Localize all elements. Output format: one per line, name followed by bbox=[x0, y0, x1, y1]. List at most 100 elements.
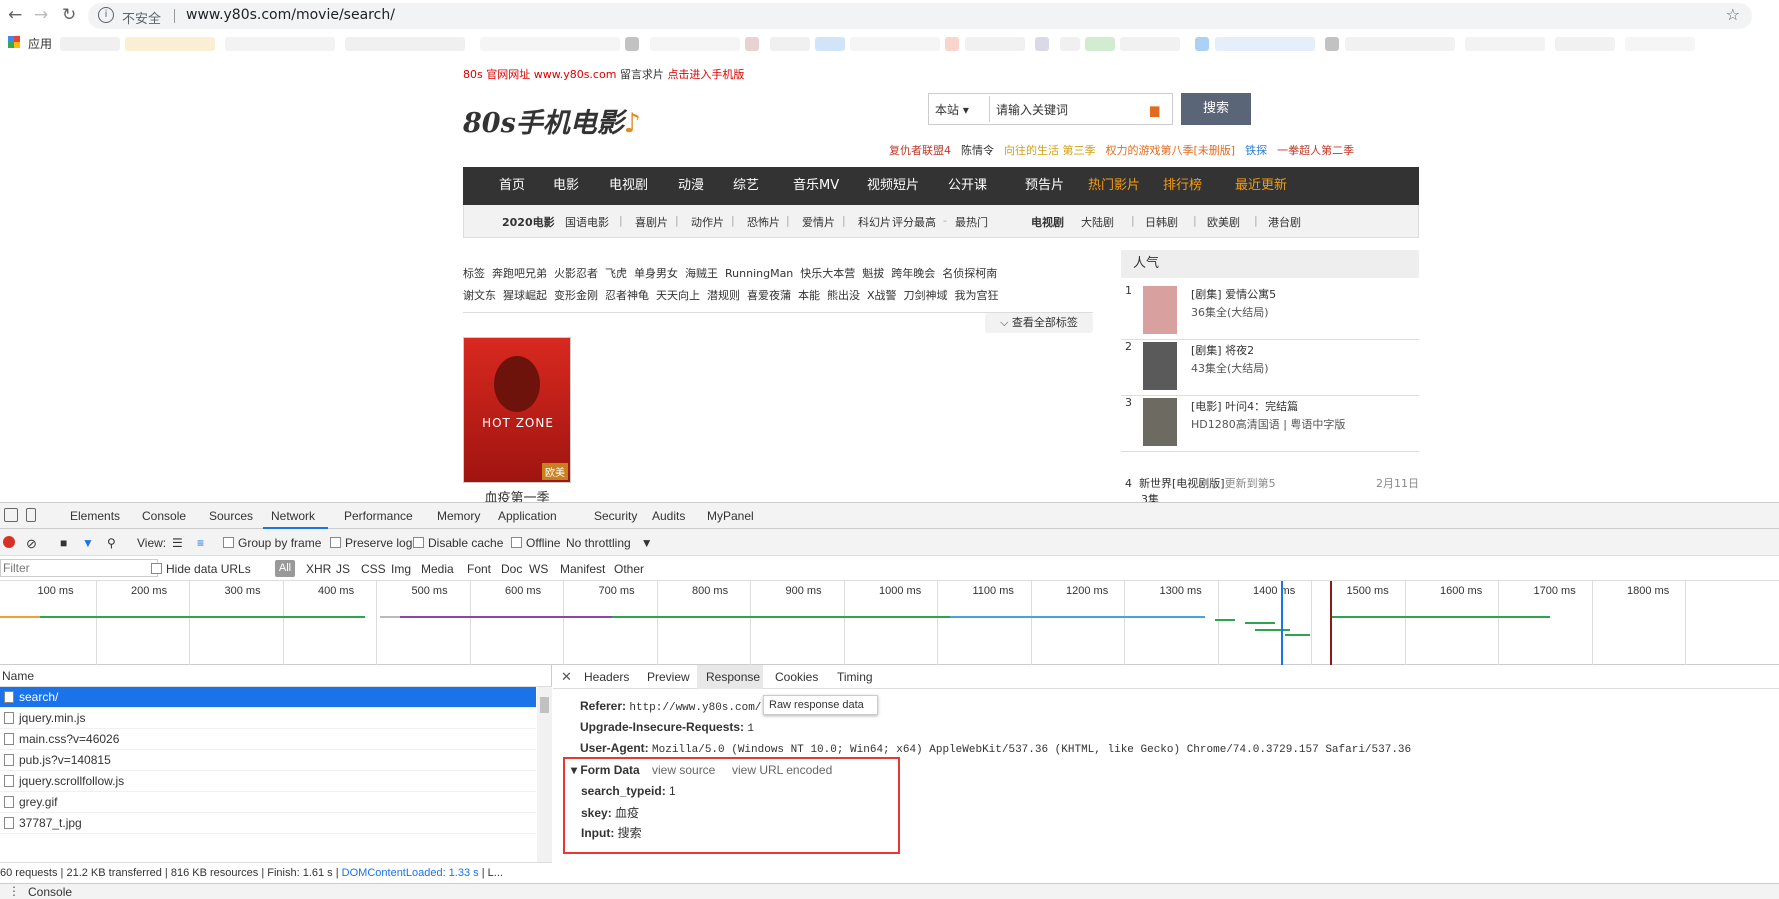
more-icon[interactable]: ⋮ bbox=[8, 884, 20, 898]
popular-thumbnail[interactable] bbox=[1143, 342, 1177, 390]
sub-nav-item[interactable]: 科幻片 bbox=[858, 214, 891, 230]
hot-link[interactable]: 铁探 bbox=[1245, 144, 1267, 157]
tag-link[interactable]: RunningMan bbox=[725, 267, 793, 280]
request-row[interactable]: pub.js?v=140815 bbox=[0, 750, 536, 771]
bookmark-blurred[interactable] bbox=[965, 37, 1025, 51]
popular-thumbnail[interactable] bbox=[1143, 398, 1177, 446]
group-by-frame-checkbox[interactable]: Group by frame bbox=[223, 536, 321, 550]
reload-icon[interactable]: ↻ bbox=[62, 4, 76, 26]
request-name[interactable]: main.css?v=46026 bbox=[19, 732, 119, 746]
filter-icon[interactable]: ▼ bbox=[82, 536, 94, 550]
url-text[interactable]: www.y80s.com/movie/search/ bbox=[186, 7, 395, 23]
request-name[interactable]: jquery.min.js bbox=[19, 711, 85, 725]
disable-cache-checkbox[interactable]: Disable cache bbox=[413, 536, 503, 550]
record-icon[interactable] bbox=[3, 536, 15, 548]
inspect-element-icon[interactable] bbox=[4, 508, 18, 522]
site-logo[interactable]: 80s手机电影♪ bbox=[463, 101, 641, 140]
tag-link[interactable]: 名侦探柯南 bbox=[942, 267, 997, 280]
scrollbar[interactable] bbox=[537, 687, 552, 862]
tab-network[interactable]: Network bbox=[271, 509, 315, 523]
nav-item[interactable]: 视频短片 bbox=[867, 167, 919, 205]
request-name[interactable]: pub.js?v=140815 bbox=[19, 753, 111, 767]
bookmark-blurred[interactable] bbox=[125, 37, 215, 51]
tag-link[interactable]: 我为宫狂 bbox=[955, 289, 999, 302]
popular-thumbnail[interactable] bbox=[1143, 286, 1177, 334]
bookmark-blurred[interactable] bbox=[480, 37, 620, 51]
filter-manifest[interactable]: Manifest bbox=[560, 562, 605, 576]
close-icon[interactable]: ✕ bbox=[561, 669, 572, 685]
search-input[interactable] bbox=[989, 96, 1154, 122]
tag-link[interactable]: 忍者神龟 bbox=[605, 289, 649, 302]
filter-font[interactable]: Font bbox=[467, 562, 491, 576]
nav-item[interactable]: 音乐MV bbox=[793, 167, 839, 205]
request-name[interactable]: search/ bbox=[19, 690, 58, 704]
bookmark-blurred[interactable] bbox=[850, 37, 940, 51]
detail-tab-preview[interactable]: Preview bbox=[647, 670, 690, 684]
tag-link[interactable]: 熊出没 bbox=[827, 289, 860, 302]
hot-link[interactable]: 复仇者联盟4 bbox=[889, 144, 951, 157]
bookmark-blurred[interactable] bbox=[60, 37, 120, 51]
throttling-select[interactable]: No throttling ▼ bbox=[566, 536, 653, 550]
info-icon[interactable]: i bbox=[98, 7, 114, 23]
request-row[interactable]: jquery.scrollfollow.js bbox=[0, 771, 536, 792]
request-row[interactable]: main.css?v=46026 bbox=[0, 729, 536, 750]
tab-application[interactable]: Application bbox=[498, 509, 557, 523]
clear-icon[interactable]: ⊘ bbox=[26, 536, 37, 552]
filter-img[interactable]: Img bbox=[391, 562, 411, 576]
tag-link[interactable]: X战警 bbox=[867, 289, 897, 302]
filter-input[interactable] bbox=[0, 559, 158, 577]
bookmark-blurred[interactable] bbox=[770, 37, 810, 51]
bookmark-blurred[interactable] bbox=[1625, 37, 1695, 51]
hot-link[interactable]: 权力的游戏第八季[未删版] bbox=[1106, 144, 1236, 157]
sub-nav-item[interactable]: 欧美剧 bbox=[1207, 214, 1240, 230]
view-all-tags-button[interactable]: ⌵ 查看全部标签 bbox=[985, 313, 1093, 333]
tag-link[interactable]: 喜爱夜蒲 bbox=[747, 289, 791, 302]
nav-item[interactable]: 电影 bbox=[553, 167, 579, 205]
sub-nav-item[interactable]: 港台剧 bbox=[1268, 214, 1301, 230]
request-name[interactable]: 37787_t.jpg bbox=[19, 816, 82, 830]
search-scope-select[interactable]: 本站 ▾ bbox=[935, 101, 969, 118]
nav-item[interactable]: 公开课 bbox=[948, 167, 987, 205]
apps-bookmark[interactable]: 应用 bbox=[28, 35, 52, 52]
device-toolbar-icon[interactable] bbox=[26, 508, 36, 522]
request-row[interactable]: grey.gif bbox=[0, 792, 536, 813]
bookmark-blurred[interactable] bbox=[1060, 37, 1080, 51]
tag-link[interactable]: 猩球崛起 bbox=[503, 289, 547, 302]
request-name[interactable]: grey.gif bbox=[19, 795, 57, 809]
hot-link[interactable]: 陈情令 bbox=[961, 144, 994, 157]
search-button[interactable]: 搜索 bbox=[1181, 93, 1251, 125]
tag-link[interactable]: 魁拔 bbox=[862, 267, 884, 280]
bookmark-blurred[interactable] bbox=[1345, 37, 1455, 51]
tag-link[interactable]: 本能 bbox=[798, 289, 820, 302]
hide-data-urls-checkbox[interactable]: Hide data URLs bbox=[151, 562, 251, 576]
tag-link[interactable]: 变形金刚 bbox=[554, 289, 598, 302]
popular-title[interactable]: [剧集] 爱情公寓5 bbox=[1191, 286, 1276, 302]
sub-nav-item[interactable]: 爱情片 bbox=[802, 214, 835, 230]
address-bar[interactable]: i 不安全 www.y80s.com/movie/search/ ☆ bbox=[88, 3, 1752, 29]
bookmark-blurred[interactable] bbox=[1555, 37, 1615, 51]
nav-item[interactable]: 热门影片 bbox=[1088, 167, 1140, 205]
detail-tab-headers[interactable]: Headers bbox=[584, 670, 629, 684]
tag-link[interactable]: 跨年晚会 bbox=[891, 267, 935, 280]
tab-audits[interactable]: Audits bbox=[652, 509, 685, 523]
bookmark-blurred[interactable] bbox=[1215, 37, 1315, 51]
tag-link[interactable]: 海贼王 bbox=[685, 267, 718, 280]
view-source-link[interactable]: view source bbox=[652, 763, 715, 777]
movie-poster[interactable]: HOT ZONE 欧美 bbox=[463, 337, 571, 483]
tab-memory[interactable]: Memory bbox=[437, 509, 480, 523]
request-row[interactable]: 37787_t.jpg bbox=[0, 813, 536, 834]
bookmark-blurred[interactable] bbox=[1035, 37, 1049, 51]
request-name[interactable]: jquery.scrollfollow.js bbox=[19, 774, 124, 788]
scrollbar-thumb[interactable] bbox=[540, 697, 549, 713]
bookmark-blurred[interactable] bbox=[1085, 37, 1115, 51]
tab-performance[interactable]: Performance bbox=[344, 509, 413, 523]
bookmark-blurred[interactable] bbox=[745, 37, 759, 51]
tag-link[interactable]: 潜规则 bbox=[707, 289, 740, 302]
waterfall-view-icon[interactable]: ≡ bbox=[197, 536, 204, 550]
sub-nav-item[interactable]: 评分最高 bbox=[892, 214, 936, 230]
tag-link[interactable]: 刀剑神域 bbox=[904, 289, 948, 302]
sub-nav-item[interactable]: 喜剧片 bbox=[635, 214, 668, 230]
apps-grid-icon[interactable] bbox=[8, 36, 20, 48]
nav-item[interactable]: 动漫 bbox=[678, 167, 704, 205]
bookmark-blurred[interactable] bbox=[1325, 37, 1339, 51]
